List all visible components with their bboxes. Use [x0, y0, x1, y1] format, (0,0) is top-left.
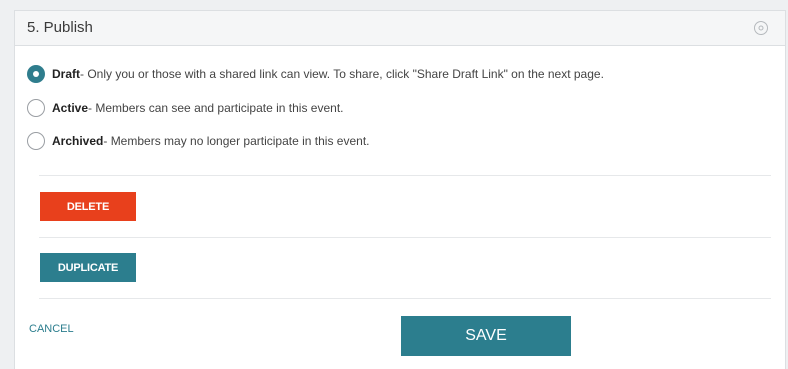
radio-draft[interactable]: [27, 65, 45, 83]
option-name: Archived: [52, 134, 104, 148]
option-description: - Only you or those with a shared link c…: [80, 67, 604, 81]
divider: [39, 237, 771, 238]
panel-header[interactable]: 5. Publish: [15, 11, 785, 46]
status-option-archived[interactable]: Archived - Members may no longer partici…: [27, 132, 369, 150]
radio-archived[interactable]: [27, 132, 45, 150]
divider: [39, 298, 771, 299]
option-name: Active: [52, 101, 89, 115]
publish-panel: 5. Publish Draft - Only you or those wit…: [14, 10, 786, 369]
section-title: 5. Publish: [27, 19, 93, 36]
divider: [39, 175, 771, 176]
option-description: - Members may no longer participate in t…: [103, 134, 370, 148]
option-name: Draft: [52, 67, 81, 81]
status-option-active[interactable]: Active - Members can see and participate…: [27, 99, 344, 117]
option-description: - Members can see and participate in thi…: [88, 101, 344, 115]
cancel-link[interactable]: CANCEL: [29, 323, 74, 335]
status-option-draft[interactable]: Draft - Only you or those with a shared …: [27, 65, 604, 83]
radio-active[interactable]: [27, 99, 45, 117]
save-button[interactable]: SAVE: [401, 316, 571, 356]
delete-button[interactable]: DELETE: [40, 192, 136, 221]
circle-dot-icon[interactable]: [753, 20, 769, 36]
duplicate-button[interactable]: DUPLICATE: [40, 253, 136, 282]
